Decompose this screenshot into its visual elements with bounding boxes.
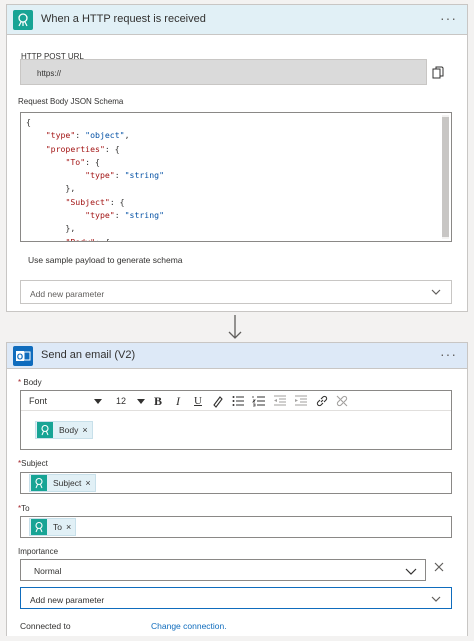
- body-token[interactable]: Body ×: [35, 421, 93, 439]
- http-request-icon: [37, 422, 53, 438]
- chevron-down-icon: [431, 287, 441, 297]
- schema-code: { "type": "object", "properties": { "To"…: [26, 117, 165, 242]
- to-label: *To: [18, 504, 30, 513]
- trigger-title: When a HTTP request is received: [41, 13, 206, 25]
- to-token[interactable]: To ×: [29, 518, 77, 536]
- increase-indent-icon[interactable]: [294, 394, 308, 408]
- to-label-text: To: [21, 504, 30, 513]
- caret-down-icon[interactable]: [137, 397, 145, 405]
- subject-token[interactable]: Subject ×: [29, 474, 96, 492]
- connected-to-label: Connected to: [20, 621, 71, 631]
- decrease-indent-icon[interactable]: [273, 394, 287, 408]
- unlink-icon[interactable]: [335, 394, 349, 408]
- bullet-list-icon[interactable]: [231, 394, 245, 408]
- request-body-schema-editor[interactable]: { "type": "object", "properties": { "To"…: [20, 112, 452, 242]
- subject-label: *Subject: [18, 459, 48, 468]
- font-size-select[interactable]: 12: [116, 396, 126, 406]
- formatting-toolbar: Font 12 B I U: [21, 391, 451, 411]
- body-token-label: Body: [59, 425, 79, 435]
- more-options-icon[interactable]: ···: [440, 346, 457, 362]
- subject-label-text: Subject: [21, 459, 48, 468]
- remove-token-icon[interactable]: ×: [82, 425, 87, 435]
- action-header[interactable]: O Send an email (V2) ···: [7, 343, 467, 369]
- remove-token-icon[interactable]: ×: [66, 522, 71, 532]
- link-icon[interactable]: [315, 394, 329, 408]
- caret-down-icon[interactable]: [94, 397, 102, 405]
- trigger-header[interactable]: When a HTTP request is received ···: [7, 5, 467, 35]
- outlook-icon: O: [13, 346, 33, 366]
- trigger-add-parameter-label: Add new parameter: [30, 289, 105, 299]
- body-label-text: Body: [23, 378, 42, 387]
- body-editor[interactable]: Font 12 B I U Body ×: [20, 390, 452, 450]
- italic-icon[interactable]: I: [171, 394, 185, 408]
- importance-value: Normal: [34, 566, 62, 576]
- clear-icon[interactable]: [433, 561, 445, 573]
- to-field[interactable]: To ×: [20, 516, 452, 538]
- more-options-icon[interactable]: ···: [440, 10, 457, 26]
- importance-select[interactable]: Normal: [20, 559, 426, 581]
- bold-icon[interactable]: B: [151, 394, 165, 408]
- schema-scrollbar[interactable]: [442, 117, 449, 237]
- action-title: Send an email (V2): [41, 349, 136, 361]
- subject-token-label: Subject: [53, 478, 82, 488]
- http-request-icon: [13, 10, 33, 30]
- http-request-icon: [31, 519, 47, 535]
- down-arrow-icon: [228, 314, 242, 340]
- http-request-icon: [31, 475, 47, 491]
- sample-payload-link[interactable]: Use sample payload to generate schema: [28, 255, 183, 265]
- trigger-add-parameter-dropdown[interactable]: Add new parameter: [20, 280, 452, 304]
- importance-label: Importance: [18, 547, 59, 556]
- remove-token-icon[interactable]: ×: [85, 478, 90, 488]
- highlight-icon[interactable]: [211, 394, 225, 408]
- subject-field[interactable]: Subject ×: [20, 472, 452, 494]
- svg-text:O: O: [17, 353, 23, 362]
- underline-icon[interactable]: U: [191, 394, 205, 408]
- numbered-list-icon[interactable]: [252, 394, 266, 408]
- required-mark: *: [18, 378, 22, 387]
- action-add-parameter-label: Add new parameter: [30, 595, 105, 605]
- http-post-url-value: https://: [37, 69, 62, 78]
- change-connection-link[interactable]: Change connection.: [151, 621, 227, 631]
- to-token-label: To: [53, 522, 62, 532]
- body-label: * Body: [18, 378, 42, 387]
- request-body-schema-label: Request Body JSON Schema: [18, 97, 124, 106]
- copy-icon[interactable]: [432, 66, 444, 80]
- http-post-url-field[interactable]: https://: [20, 59, 427, 85]
- chevron-down-icon: [431, 594, 441, 604]
- action-add-parameter-dropdown[interactable]: Add new parameter: [20, 587, 452, 609]
- chevron-down-icon: [405, 565, 417, 577]
- font-family-select[interactable]: Font: [29, 396, 47, 406]
